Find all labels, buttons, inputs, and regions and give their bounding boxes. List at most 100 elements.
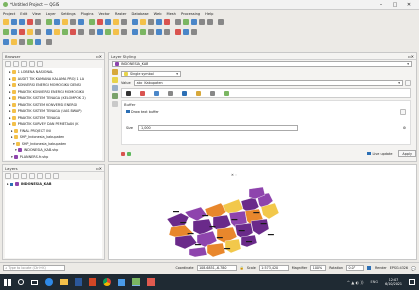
map-nav-toolbar-icon[interactable] [140, 29, 146, 35]
map-nav-toolbar-icon[interactable] [105, 29, 111, 35]
expand-arrow-icon[interactable]: ▸ [9, 96, 11, 100]
menu-layer[interactable]: Layer [46, 12, 56, 16]
map-nav-toolbar-icon[interactable] [54, 29, 60, 35]
value-field-select[interactable]: abc Kabupaten ▾ [133, 79, 403, 86]
map-nav-toolbar-icon[interactable] [183, 29, 189, 35]
buffer-data-defined-button[interactable] [400, 108, 406, 115]
mask-tab-icon[interactable] [112, 85, 118, 91]
project-toolbar-icon[interactable] [140, 19, 146, 25]
project-toolbar-icon[interactable] [191, 19, 197, 25]
draw-text-buffer-checkbox[interactable] [126, 109, 130, 114]
menu-mesh[interactable]: Mesh [167, 12, 176, 16]
layer-item[interactable]: ▸ INDONESIA_KAB [7, 181, 100, 188]
project-toolbar-icon[interactable] [164, 19, 170, 25]
project-toolbar-icon[interactable] [183, 19, 189, 25]
size-unit-icon[interactable]: ⚙ [403, 126, 406, 130]
renderer-select[interactable]: Single symbol ▾ [121, 70, 181, 77]
map-nav-toolbar-icon[interactable] [89, 29, 95, 35]
apply-button[interactable]: Apply [398, 150, 416, 157]
browser-item[interactable]: ▾ PLANNERS.fr.shp [7, 154, 100, 161]
menu-project[interactable]: Project [3, 12, 15, 16]
map-nav-toolbar-icon[interactable] [148, 29, 154, 35]
edge-icon[interactable] [45, 278, 53, 286]
placement-icon[interactable] [210, 90, 215, 96]
map-nav-toolbar-icon[interactable] [35, 29, 41, 35]
digitizing-toolbar-icon[interactable] [11, 39, 17, 45]
add-group-icon[interactable] [13, 173, 19, 179]
locator-search-input[interactable]: ⌕ Type to locate (Ctrl+K) [3, 265, 65, 271]
store-icon[interactable] [118, 278, 125, 286]
map-nav-toolbar-icon[interactable] [132, 29, 138, 35]
magnifier-field[interactable]: 100% [310, 265, 327, 271]
map-nav-toolbar-icon[interactable] [175, 29, 181, 35]
chrome-icon[interactable] [103, 278, 111, 286]
close-button[interactable]: ✕ [402, 2, 416, 8]
coordinate-field[interactable]: 108.6851,-6.780 [196, 265, 237, 271]
add-selected-layers-icon[interactable] [13, 61, 19, 67]
filter-legend-icon[interactable] [29, 173, 35, 179]
project-toolbar-icon[interactable] [113, 19, 119, 25]
project-toolbar-icon[interactable] [105, 19, 111, 25]
map-nav-toolbar-icon[interactable] [113, 29, 119, 35]
browser-close-icon[interactable]: ▫✕ [96, 54, 102, 59]
project-toolbar-icon[interactable] [207, 19, 213, 25]
remove-layer-icon[interactable] [53, 173, 59, 179]
render-checkbox[interactable] [367, 266, 371, 270]
project-toolbar-icon[interactable] [27, 19, 33, 25]
menu-edit[interactable]: Edit [20, 12, 27, 16]
expand-arrow-icon[interactable]: ▸ [11, 129, 13, 133]
language-indicator[interactable]: ENG [371, 280, 379, 284]
size-spinbox[interactable]: 1,000 [138, 125, 298, 131]
expand-arrow-icon[interactable]: ▸ [9, 83, 11, 87]
expand-arrow-icon[interactable]: ▾ [13, 142, 15, 146]
project-toolbar-icon[interactable] [70, 19, 76, 25]
menu-settings[interactable]: Settings [61, 12, 76, 16]
expand-arrow-icon[interactable]: ▾ [11, 155, 13, 159]
3d-view-tab-icon[interactable] [112, 93, 118, 99]
expand-arrow-icon[interactable]: ▸ [11, 135, 13, 139]
lock-icon[interactable]: 🔒 [240, 266, 244, 270]
expand-all-icon[interactable] [37, 173, 43, 179]
project-toolbar-icon[interactable] [175, 19, 181, 25]
filter-icon[interactable] [21, 61, 27, 67]
project-toolbar-icon[interactable] [62, 19, 68, 25]
history-forward-icon[interactable] [127, 151, 131, 156]
crs-button[interactable]: EPSG:4326 [390, 266, 408, 270]
map-nav-toolbar-icon[interactable] [46, 29, 52, 35]
digitizing-toolbar-icon[interactable] [46, 39, 52, 45]
expand-arrow-icon[interactable]: ▸ [9, 116, 11, 120]
scale-field[interactable]: 1:573,420 [258, 265, 289, 271]
expand-arrow-icon[interactable]: ▸ [9, 90, 11, 94]
project-toolbar-icon[interactable] [35, 19, 41, 25]
map-nav-toolbar-icon[interactable] [27, 29, 33, 35]
minimize-button[interactable]: – [374, 2, 388, 8]
history-tab-icon[interactable] [112, 101, 118, 107]
abc-icon[interactable] [126, 90, 131, 96]
map-nav-toolbar-icon[interactable] [97, 29, 103, 35]
shadow-icon[interactable] [182, 90, 187, 96]
messages-icon[interactable]: 💬 [411, 266, 416, 271]
project-toolbar-icon[interactable] [3, 19, 9, 25]
rotation-field[interactable]: 0.0° [346, 265, 365, 271]
background-icon[interactable] [168, 90, 173, 96]
digitizing-toolbar-icon[interactable] [27, 39, 33, 45]
history-back-icon[interactable] [121, 151, 125, 156]
expand-arrow-icon[interactable]: ▸ [7, 182, 9, 186]
app-icon-extra[interactable] [147, 278, 155, 286]
expand-arrow-icon[interactable]: ▸ [9, 103, 11, 107]
project-toolbar-icon[interactable] [19, 19, 25, 25]
project-toolbar-icon[interactable] [54, 19, 60, 25]
word-icon[interactable] [75, 278, 82, 286]
tray-icons[interactable]: ^ ▲ ◐ )) [347, 280, 364, 285]
map-nav-toolbar-icon[interactable] [62, 29, 68, 35]
project-toolbar-icon[interactable] [218, 19, 224, 25]
map-nav-toolbar-icon[interactable] [78, 29, 84, 35]
project-toolbar-icon[interactable] [148, 19, 154, 25]
project-toolbar-icon[interactable] [11, 19, 17, 25]
expand-arrow-icon[interactable]: ▸ [9, 109, 11, 113]
layers-close-icon[interactable]: ▫✕ [96, 166, 102, 171]
expand-arrow-icon[interactable]: ▾ [15, 148, 17, 152]
map-nav-toolbar-icon[interactable] [191, 29, 197, 35]
project-toolbar-icon[interactable] [46, 19, 52, 25]
project-toolbar-icon[interactable] [156, 19, 162, 25]
